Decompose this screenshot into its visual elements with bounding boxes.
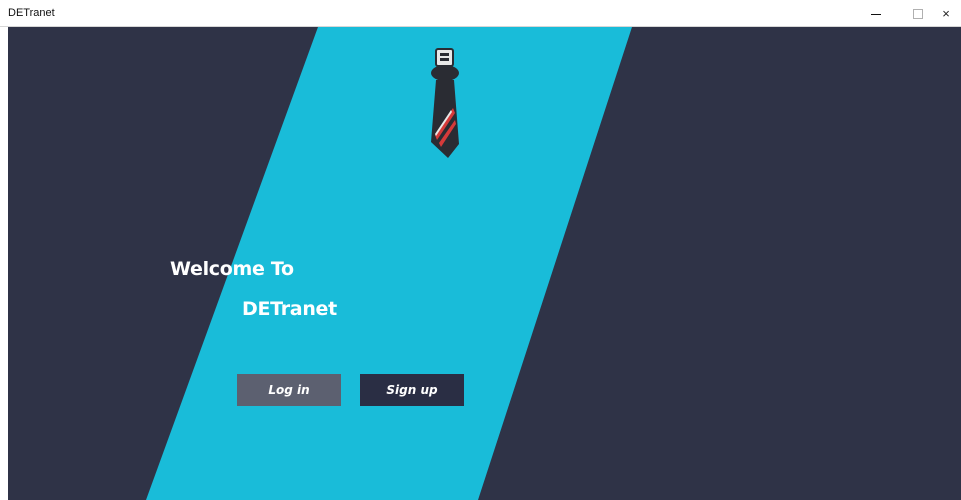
necktie-logo-icon: [431, 48, 459, 158]
login-button[interactable]: Log in: [237, 374, 341, 406]
diagonal-accent-stripe: [146, 27, 632, 500]
welcome-heading: Welcome To: [170, 258, 294, 280]
main-content: Welcome To DETranet Log in Sign up: [8, 27, 961, 500]
app-name-heading: DETranet: [242, 298, 337, 320]
minimize-button[interactable]: [856, 0, 896, 27]
signup-button[interactable]: Sign up: [360, 374, 464, 406]
close-icon: ×: [942, 6, 950, 21]
maximize-icon: [913, 8, 923, 19]
close-button[interactable]: ×: [931, 0, 961, 27]
app-window: DETranet × Welcome To DETranet Log in Si…: [0, 0, 961, 500]
minimize-icon: [871, 14, 881, 15]
title-bar[interactable]: DETranet ×: [0, 0, 961, 27]
window-title: DETranet: [8, 7, 55, 19]
